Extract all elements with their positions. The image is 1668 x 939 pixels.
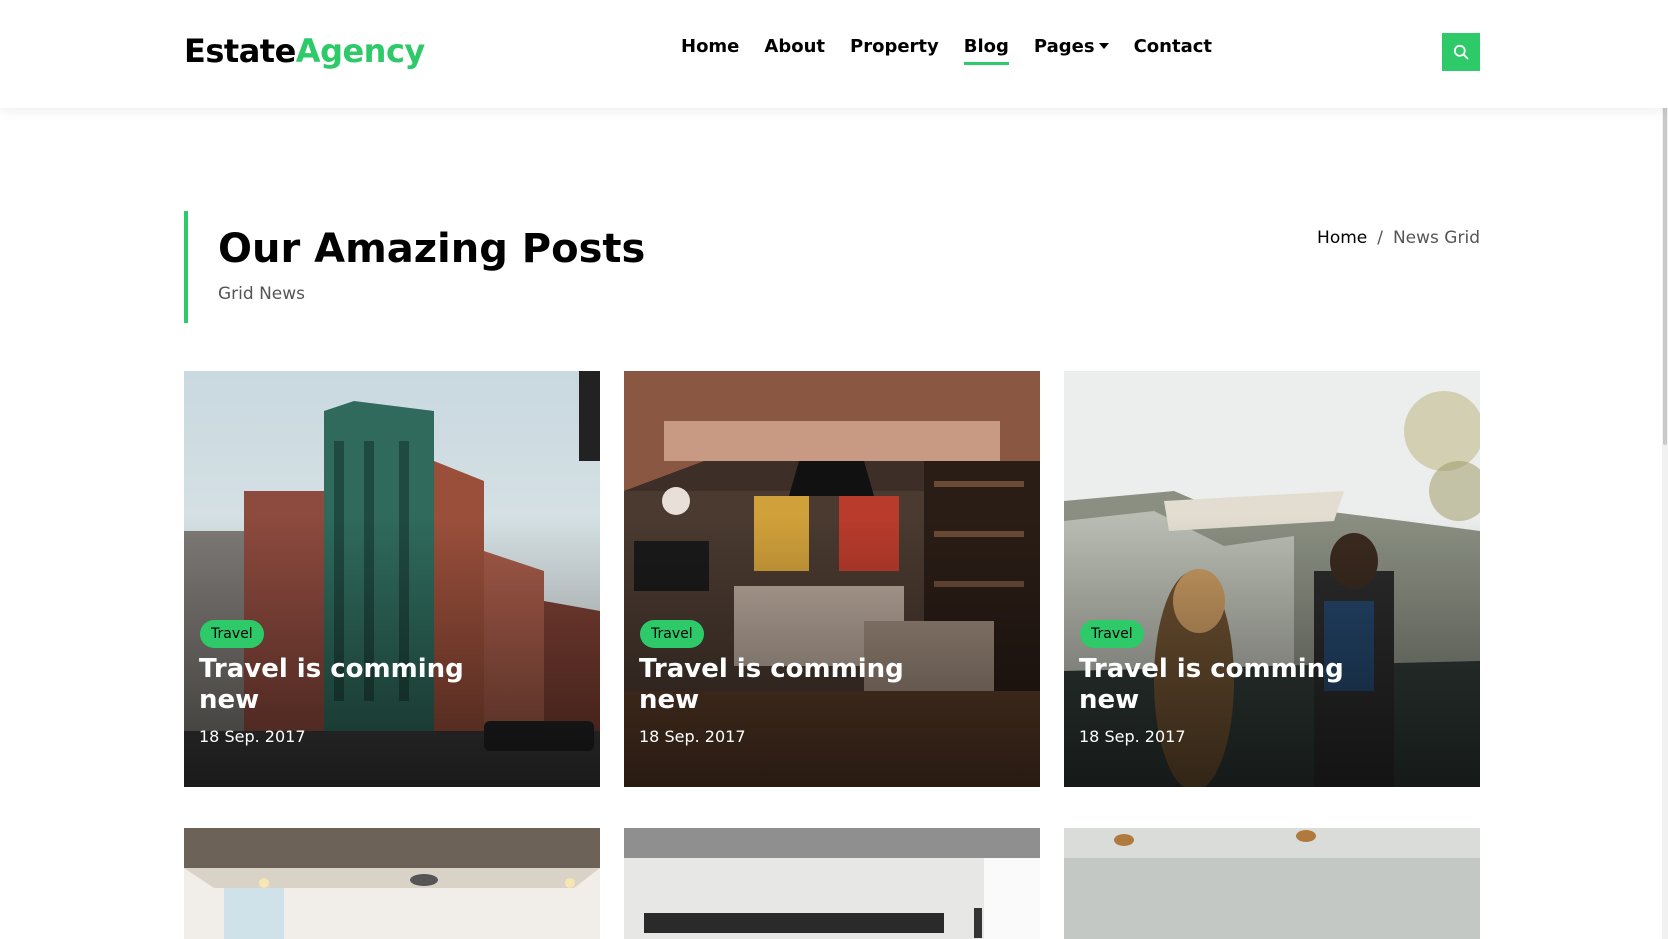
logo-part-agency: Agency bbox=[295, 32, 425, 70]
site-header: EstateAgency Home About Property Blog Pa… bbox=[0, 0, 1668, 108]
nav-pages-dropdown[interactable]: Pages bbox=[1034, 36, 1109, 57]
breadcrumb: Home / News Grid bbox=[1317, 228, 1480, 248]
page-subtitle: Grid News bbox=[218, 284, 306, 304]
nav-blog[interactable]: Blog bbox=[963, 36, 1010, 65]
page-title: Our Amazing Posts bbox=[218, 226, 646, 272]
image-overlay bbox=[184, 371, 600, 787]
post-card[interactable] bbox=[1064, 828, 1480, 939]
post-card[interactable] bbox=[624, 828, 1040, 939]
post-date: 18 Sep. 2017 bbox=[199, 727, 306, 746]
intro-accent-bar bbox=[184, 211, 188, 323]
post-title[interactable]: Travel is comming new bbox=[639, 654, 919, 716]
image-overlay bbox=[624, 371, 1040, 787]
post-card[interactable] bbox=[184, 828, 600, 939]
kitchen-interior-photo bbox=[624, 828, 1040, 939]
logo-part-estate: Estate bbox=[184, 32, 296, 70]
post-card[interactable]: Travel Travel is comming new 18 Sep. 201… bbox=[1064, 371, 1480, 787]
image-overlay bbox=[1064, 371, 1480, 787]
post-title[interactable]: Travel is comming new bbox=[199, 654, 479, 716]
category-badge[interactable]: Travel bbox=[1080, 620, 1144, 648]
post-card[interactable]: Travel Travel is comming new 18 Sep. 201… bbox=[184, 371, 600, 787]
category-badge[interactable]: Travel bbox=[200, 620, 264, 648]
bright-room-photo bbox=[1064, 828, 1480, 939]
category-badge[interactable]: Travel bbox=[640, 620, 704, 648]
page-scrollbar[interactable] bbox=[1662, 0, 1668, 939]
nav-home[interactable]: Home bbox=[681, 36, 739, 57]
search-icon bbox=[1453, 44, 1469, 60]
post-date: 18 Sep. 2017 bbox=[639, 727, 746, 746]
nav-pages-label: Pages bbox=[1033, 36, 1095, 57]
office-interior-photo bbox=[184, 828, 600, 939]
post-title[interactable]: Travel is comming new bbox=[1079, 654, 1359, 716]
breadcrumb-current: News Grid bbox=[1392, 228, 1480, 248]
nav-about[interactable]: About bbox=[764, 36, 825, 57]
main-nav: Home About Property Blog Pages Contact bbox=[681, 36, 1237, 65]
post-card[interactable]: Travel Travel is comming new 18 Sep. 201… bbox=[624, 371, 1040, 787]
nav-property[interactable]: Property bbox=[850, 36, 939, 57]
logo[interactable]: EstateAgency bbox=[184, 32, 425, 70]
post-date: 18 Sep. 2017 bbox=[1079, 727, 1186, 746]
breadcrumb-home-link[interactable]: Home bbox=[1317, 228, 1367, 248]
nav-contact[interactable]: Contact bbox=[1134, 36, 1212, 57]
search-button[interactable] bbox=[1442, 33, 1480, 71]
caret-down-icon bbox=[1098, 42, 1109, 49]
breadcrumb-separator: / bbox=[1377, 228, 1383, 248]
